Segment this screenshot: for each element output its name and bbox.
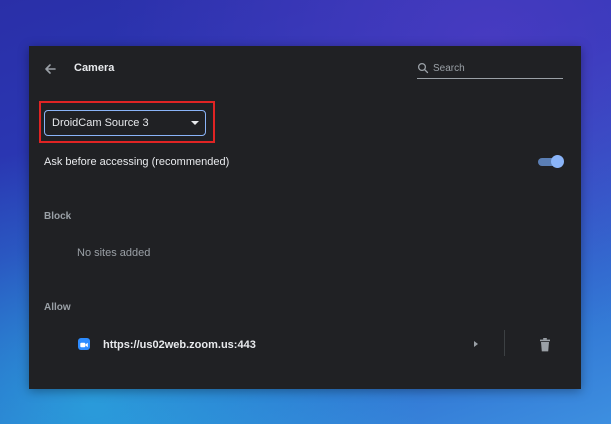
- camera-source-dropdown[interactable]: DroidCam Source 3: [44, 110, 206, 136]
- allow-heading: Allow: [44, 302, 71, 313]
- back-arrow-icon[interactable]: [42, 61, 58, 77]
- expand-arrow-icon[interactable]: [474, 341, 478, 347]
- search-icon: [417, 62, 429, 74]
- allow-site-url: https://us02web.zoom.us:443: [103, 339, 256, 351]
- page-header: Camera: [29, 46, 581, 92]
- toggle-knob: [551, 155, 564, 168]
- page-title: Camera: [74, 62, 115, 74]
- trash-icon[interactable]: [539, 338, 551, 352]
- ask-before-accessing-toggle[interactable]: [538, 155, 564, 169]
- ask-before-accessing-label: Ask before accessing (recommended): [44, 156, 230, 168]
- row-divider: [504, 330, 505, 356]
- camera-source-value: DroidCam Source 3: [52, 117, 149, 129]
- zoom-camera-glyph: [80, 342, 88, 348]
- dropdown-caret-icon: [191, 121, 199, 125]
- camera-settings-panel: Camera DroidCam Source 3 Ask before acce…: [29, 46, 581, 389]
- search-input[interactable]: [433, 60, 561, 76]
- block-heading: Block: [44, 211, 72, 222]
- zoom-icon: [78, 338, 90, 350]
- search-box[interactable]: [417, 60, 563, 79]
- block-empty-text: No sites added: [77, 247, 151, 259]
